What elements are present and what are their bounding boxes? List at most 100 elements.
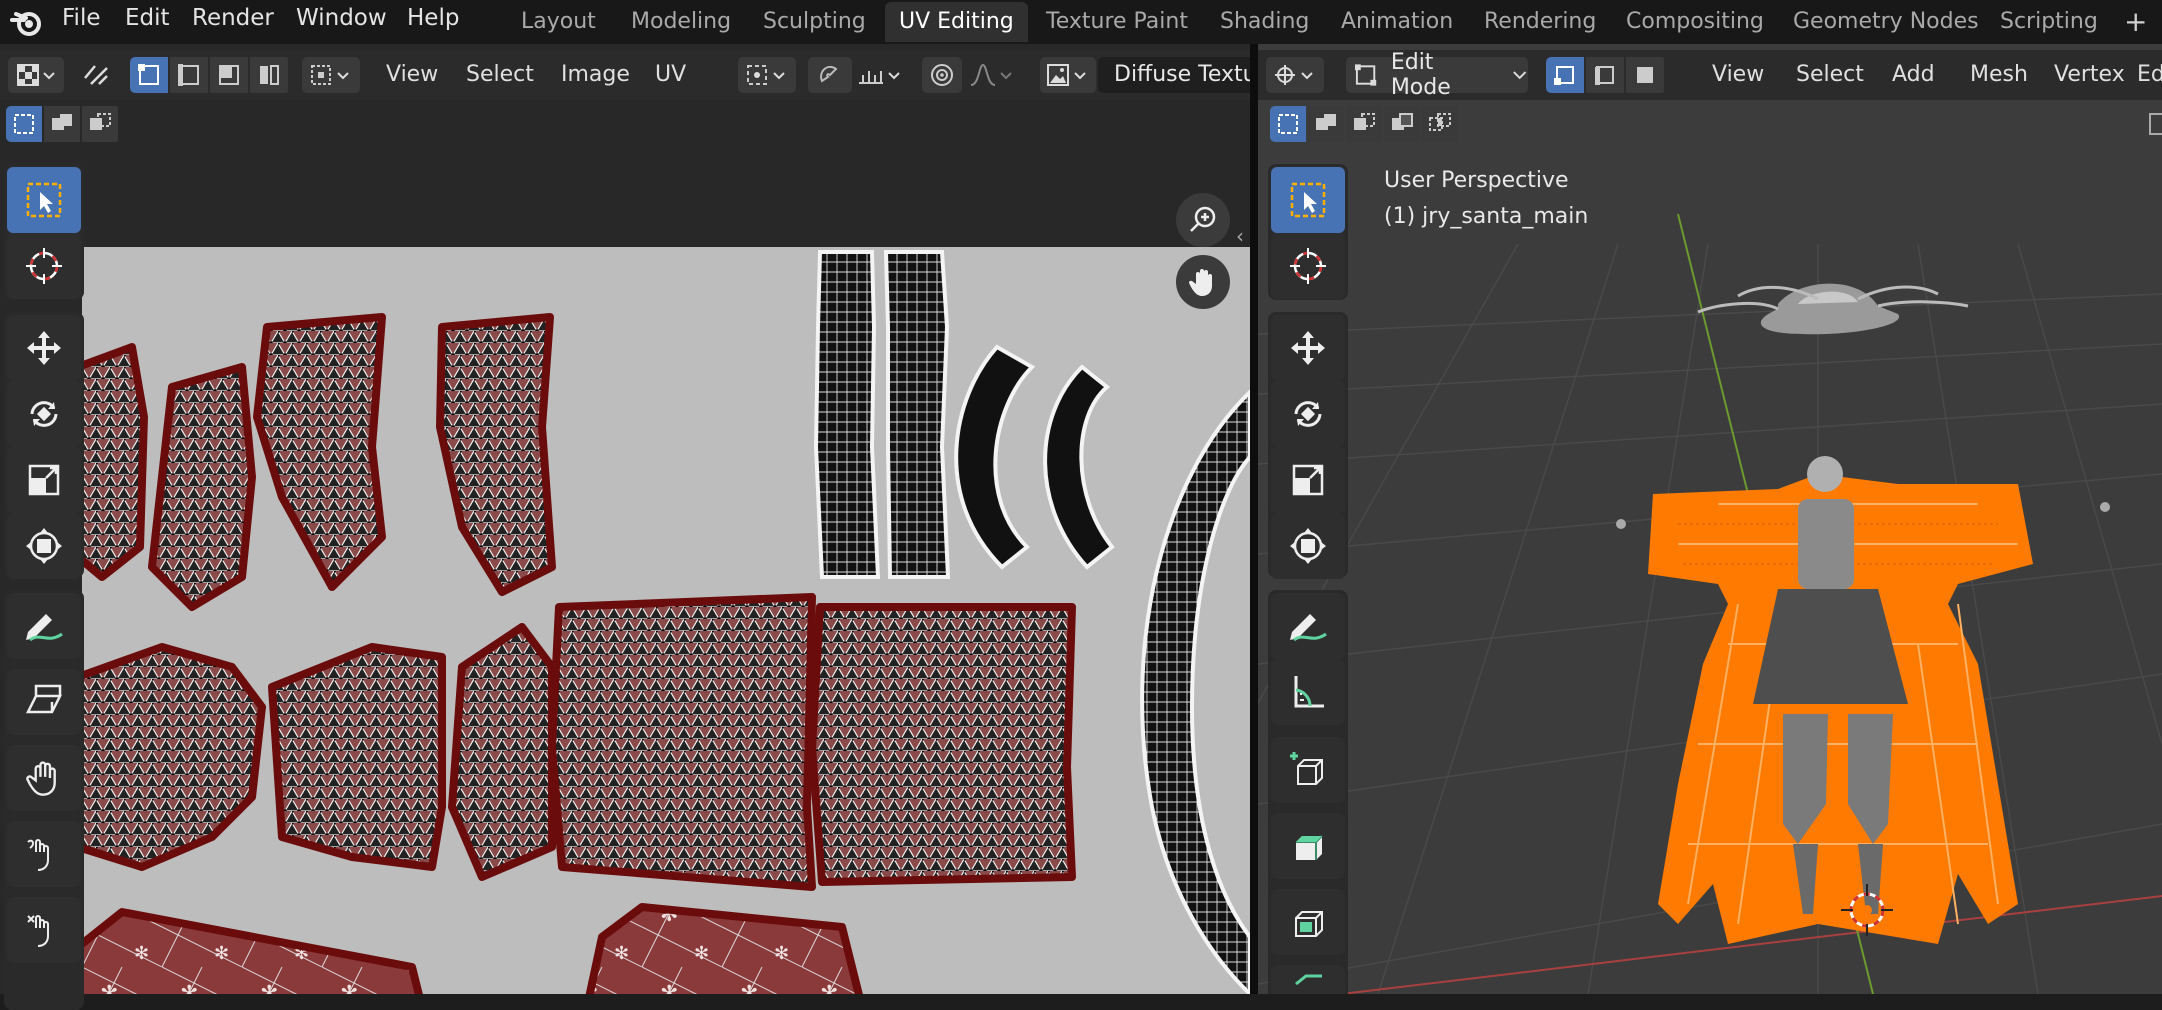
vp-menu-mesh[interactable]: Mesh <box>1960 57 2038 93</box>
uv-editor: View Select Image UV Diffuse Textu ‹ <box>0 44 1250 1010</box>
menu-edit[interactable]: Edit <box>117 0 178 36</box>
mesh-face-select-icon[interactable] <box>1626 57 1664 93</box>
extrude-tool-icon[interactable] <box>1271 813 1345 879</box>
uv-menu-image[interactable]: Image <box>551 57 640 93</box>
menu-render[interactable]: Render <box>184 0 282 36</box>
vp-rotate-tool-icon[interactable] <box>1271 381 1345 447</box>
face-select-icon[interactable] <box>210 57 248 93</box>
vp-toolbar-transform-group <box>1268 312 1348 579</box>
vp-transform-tool-icon[interactable] <box>1271 513 1345 579</box>
object-label: (1) jry_santa_main <box>1384 204 1589 229</box>
mesh-vertex-select-icon[interactable] <box>1546 57 1584 93</box>
image-name-field[interactable]: Diffuse Textu <box>1098 57 1250 93</box>
select-subtract-icon[interactable] <box>82 106 118 142</box>
tab-texture-paint[interactable]: Texture Paint <box>1032 2 1202 42</box>
island-select-icon[interactable] <box>250 57 288 93</box>
rotate-tool-icon[interactable] <box>7 381 81 447</box>
tab-sculpting[interactable]: Sculpting <box>749 2 880 42</box>
pan-hand-icon[interactable] <box>1176 255 1230 309</box>
edit-mode-icon <box>1354 64 1377 86</box>
pinch-tool-icon[interactable] <box>7 897 81 963</box>
vp-select-box-tool-icon[interactable] <box>1271 167 1345 233</box>
move-tool-icon[interactable] <box>7 315 81 381</box>
snap-toggle-icon[interactable] <box>808 57 852 93</box>
vp-menu-add[interactable]: Add <box>1882 57 1945 93</box>
inset-tool-icon[interactable] <box>1271 889 1345 955</box>
edge-select-icon[interactable] <box>170 57 208 93</box>
tab-layout[interactable]: Layout <box>507 2 610 42</box>
uv-menu-view[interactable]: View <box>376 57 448 93</box>
grab-tool-icon[interactable] <box>7 745 81 811</box>
cursor-tool-icon[interactable] <box>7 233 81 299</box>
menu-file[interactable]: File <box>54 0 109 36</box>
vp-select-extend-icon[interactable] <box>1308 106 1344 142</box>
area-divider[interactable] <box>1250 44 1258 994</box>
zoom-icon[interactable] <box>1176 193 1230 247</box>
uv-islands: ✻ ✻ <box>82 250 1250 994</box>
mode-selector[interactable]: Edit Mode <box>1346 50 1528 100</box>
top-bar: File Edit Render Window Help Layout Mode… <box>0 0 2162 44</box>
menu-help[interactable]: Help <box>399 0 467 36</box>
rip-tool-icon[interactable] <box>7 669 81 735</box>
uv-canvas[interactable]: ✻ ✻ <box>82 247 1250 994</box>
vp-menu-select[interactable]: Select <box>1786 57 1874 93</box>
vp-annotate-tool-icon[interactable] <box>1271 593 1345 659</box>
scale-tool-icon[interactable] <box>7 447 81 513</box>
vp-select-invert-icon[interactable] <box>1384 106 1420 142</box>
vp-selection-mode-group <box>1270 106 1460 142</box>
uv-select-mode-group <box>130 57 290 93</box>
vp-menu-edge[interactable]: Edge <box>2127 57 2162 93</box>
vp-menu-view[interactable]: View <box>1702 57 1774 93</box>
add-cube-tool-icon[interactable] <box>1271 737 1345 803</box>
vp-scale-tool-icon[interactable] <box>1271 447 1345 513</box>
select-new-icon[interactable] <box>6 106 42 142</box>
tab-compositing[interactable]: Compositing <box>1612 2 1778 42</box>
add-workspace-button[interactable]: + <box>2110 2 2161 42</box>
relax-tool-icon[interactable] <box>7 821 81 887</box>
helmet-mesh <box>1697 283 1969 335</box>
proportional-editing-icon[interactable] <box>922 57 962 93</box>
proportional-falloff-icon[interactable] <box>964 57 1020 93</box>
vp-toolbar-edit-group <box>1268 590 1348 994</box>
measure-tool-icon[interactable] <box>1271 659 1345 725</box>
pivot-point-icon[interactable] <box>738 57 796 93</box>
sync-selection-icon[interactable] <box>76 57 116 93</box>
vp-select-subtract-icon[interactable] <box>1346 106 1382 142</box>
tab-uv-editing[interactable]: UV Editing <box>885 2 1028 42</box>
tab-modeling[interactable]: Modeling <box>617 2 745 42</box>
vp-menu-vertex[interactable]: Vertex <box>2044 57 2135 93</box>
tab-geometry-nodes[interactable]: Geometry Nodes <box>1779 2 1993 42</box>
uv-menu-uv[interactable]: UV <box>645 57 696 93</box>
vertex-select-icon[interactable] <box>130 57 168 93</box>
select-extend-icon[interactable] <box>44 106 80 142</box>
3d-viewport[interactable]: Edit Mode View Select Add Mesh Vertex Ed… <box>1258 44 2162 994</box>
blender-logo-icon[interactable] <box>10 6 44 40</box>
menu-window[interactable]: Window <box>288 0 395 36</box>
mesh-edge-select-icon[interactable] <box>1586 57 1624 93</box>
image-browse-icon[interactable] <box>1040 57 1096 93</box>
sticky-selection-icon[interactable] <box>302 57 360 93</box>
tab-animation[interactable]: Animation <box>1327 2 1467 42</box>
vp-select-intersect-icon[interactable] <box>1422 106 1458 142</box>
editor-type-3d-icon[interactable] <box>1266 57 1324 93</box>
tab-shading[interactable]: Shading <box>1206 2 1323 42</box>
vp-move-tool-icon[interactable] <box>1271 315 1345 381</box>
image-name-text: Diffuse Textu <box>1114 62 1250 87</box>
vp-select-new-icon[interactable] <box>1270 106 1306 142</box>
perspective-label: User Perspective <box>1384 168 1569 193</box>
annotate-tool-icon[interactable] <box>7 593 81 659</box>
tab-rendering[interactable]: Rendering <box>1470 2 1610 42</box>
uv-menu-select[interactable]: Select <box>456 57 544 93</box>
gizmo-toggle-icon[interactable] <box>2148 106 2162 142</box>
transform-tool-icon[interactable] <box>7 513 81 579</box>
select-box-tool-icon[interactable] <box>7 167 81 233</box>
tab-scripting[interactable]: Scripting <box>1986 2 2112 42</box>
snap-target-icon[interactable] <box>852 57 908 93</box>
uv-toolbar-edit-group <box>4 590 84 1010</box>
uv-selection-mode-group <box>6 106 120 142</box>
editor-type-uv-icon[interactable] <box>8 57 64 93</box>
vp-toolbar-select-group <box>1268 164 1348 300</box>
sidebar-toggle-icon[interactable]: ‹ <box>1236 224 1244 248</box>
bevel-tool-icon[interactable] <box>1271 965 1345 994</box>
vp-cursor-tool-icon[interactable] <box>1271 233 1345 299</box>
